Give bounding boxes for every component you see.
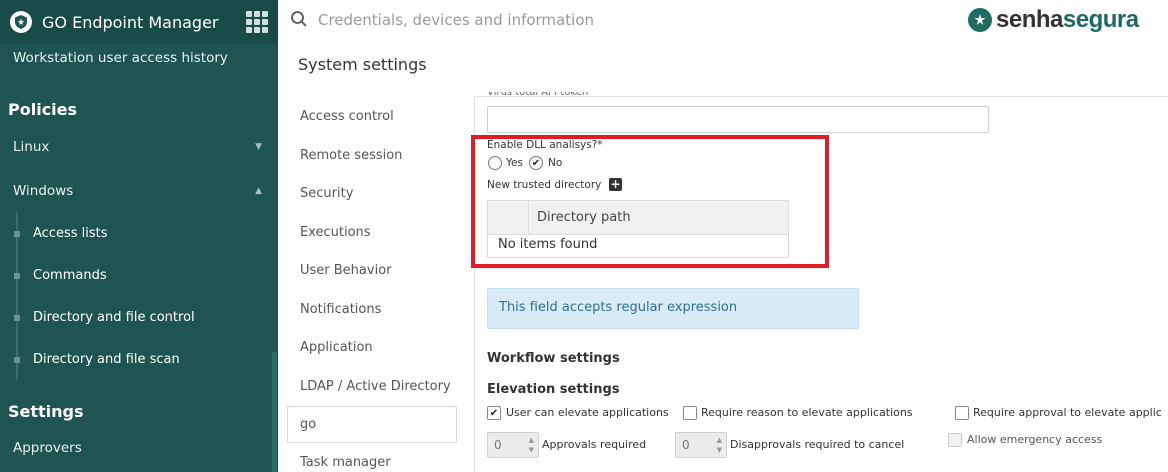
emergency-access-label: Allow emergency access	[967, 433, 1103, 446]
info-alert: This field accepts regular expression	[487, 288, 859, 329]
disapprovals-required-value: 0	[682, 438, 690, 452]
brand-text-senha: senha	[996, 6, 1063, 33]
sidebar-item-workstation-history[interactable]: Workstation user access history	[0, 48, 278, 68]
dll-analysis-label: Enable DLL analisys?*	[487, 139, 603, 151]
page-title: System settings	[298, 55, 427, 74]
check-icon: ✔	[489, 407, 499, 419]
search-icon	[291, 11, 307, 27]
dll-radio-yes[interactable]	[488, 156, 502, 170]
emergency-access-checkbox[interactable]	[948, 433, 962, 447]
settings-nav-user-behavior[interactable]: User Behavior	[300, 263, 392, 278]
brand-star-icon	[968, 8, 992, 32]
apps-grid-icon[interactable]	[246, 11, 268, 33]
shield-star-icon	[10, 11, 32, 33]
sidebar-item-linux[interactable]: Linux ▼	[0, 138, 278, 156]
top-bar: senhasegura	[278, 0, 1168, 44]
require-reason-checkbox[interactable]	[683, 406, 697, 420]
sidebar-item-windows[interactable]: Windows ▲	[0, 182, 278, 200]
disapprovals-required-stepper[interactable]: 0 ▲ ▼	[675, 432, 727, 458]
require-reason-label: Require reason to elevate applications	[701, 406, 913, 419]
settings-nav-access-control[interactable]: Access control	[300, 109, 394, 124]
sidebar-scrollbar[interactable]	[272, 352, 277, 472]
table-header-action-cell	[488, 201, 529, 235]
settings-nav-notifications[interactable]: Notifications	[300, 302, 381, 317]
search-input[interactable]	[318, 8, 718, 32]
sidebar-section-policies: Policies	[8, 100, 78, 119]
sidebar-item-directory-file-control[interactable]: Directory and file control	[0, 310, 278, 325]
sidebar-item-access-lists[interactable]: Access lists	[0, 226, 278, 241]
approvals-required-value: 0	[494, 438, 502, 452]
sidebar-header: GO Endpoint Manager	[0, 0, 278, 44]
table-empty-message: No items found	[498, 237, 598, 252]
sidebar-item-commands[interactable]: Commands	[0, 268, 278, 283]
dll-radio-yes-label: Yes	[506, 157, 523, 169]
plus-icon: +	[610, 177, 621, 191]
app-title: GO Endpoint Manager	[42, 12, 219, 32]
brand-logo: senhasegura	[968, 6, 1139, 34]
disapprovals-required-label: Disapprovals required to cancel	[730, 438, 905, 451]
workflow-settings-title: Workflow settings	[487, 351, 620, 366]
stepper-arrows-icon[interactable]: ▲ ▼	[529, 435, 534, 455]
brand-text-segura: segura	[1062, 6, 1139, 33]
sidebar-section-settings: Settings	[8, 402, 84, 421]
caret-up-icon: ▲	[255, 186, 262, 196]
elevation-settings-title: Elevation settings	[487, 382, 620, 397]
sidebar-item-directory-file-scan[interactable]: Directory and file scan	[0, 352, 278, 367]
sidebar: GO Endpoint Manager Workstation user acc…	[0, 0, 278, 472]
approvals-required-label: Approvals required	[542, 438, 647, 451]
sidebar-item-label: Windows	[13, 183, 74, 199]
require-approval-label: Require approval to elevate applic	[973, 406, 1162, 419]
elevate-applications-checkbox[interactable]: ✔	[487, 406, 501, 420]
settings-nav-task-manager[interactable]: Task manager	[300, 455, 391, 470]
table-header: Directory path	[488, 201, 788, 235]
require-approval-checkbox[interactable]	[955, 406, 969, 420]
virus-total-token-input[interactable]	[487, 106, 989, 133]
settings-nav-executions[interactable]: Executions	[300, 225, 371, 240]
caret-down-icon: ▼	[255, 142, 262, 152]
trusted-directory-label: New trusted directory	[487, 179, 602, 191]
settings-nav-security[interactable]: Security	[300, 186, 353, 201]
sidebar-item-label: Linux	[13, 139, 50, 155]
stepper-arrows-icon[interactable]: ▲ ▼	[717, 435, 722, 455]
settings-nav-remote-session[interactable]: Remote session	[300, 148, 402, 163]
virus-total-token-label: Virus total API token	[487, 92, 589, 98]
settings-nav-application[interactable]: Application	[300, 340, 373, 355]
approvals-required-stepper[interactable]: 0 ▲ ▼	[487, 432, 539, 458]
column-header-directory-path[interactable]: Directory path	[537, 210, 631, 225]
dll-radio-no[interactable]: ✔	[529, 156, 543, 170]
trusted-directory-table: Directory path No items found	[487, 200, 789, 258]
add-trusted-directory-button[interactable]: +	[609, 178, 622, 191]
settings-nav-ldap[interactable]: LDAP / Active Directory	[300, 379, 451, 394]
settings-nav-go[interactable]: go	[300, 417, 316, 432]
elevate-applications-label: User can elevate applications	[506, 406, 669, 419]
info-alert-text: This field accepts regular expression	[499, 300, 738, 315]
dll-radio-no-label: No	[548, 157, 563, 169]
check-icon: ✔	[531, 157, 541, 169]
sidebar-item-approvers[interactable]: Approvers	[0, 439, 278, 457]
